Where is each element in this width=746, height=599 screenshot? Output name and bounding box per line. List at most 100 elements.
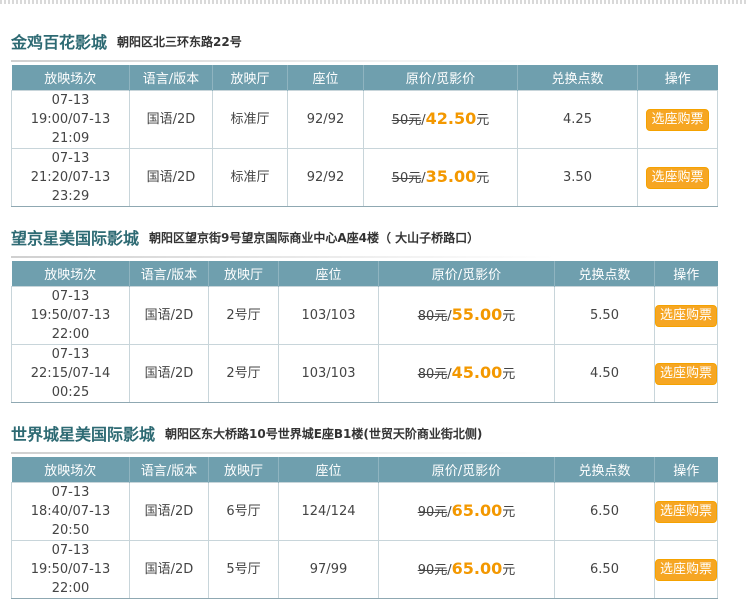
showtime-line: 20:50 [51, 523, 90, 538]
original-price: 80元 [417, 309, 448, 324]
points-cell: 3.50 [517, 148, 638, 207]
column-header: 放映厅 [208, 457, 279, 483]
price-cell: 80元/45.00元 [378, 344, 555, 403]
select-seat-button[interactable]: 选座购票 [655, 500, 717, 523]
price-unit: 元 [476, 113, 490, 128]
cinema-name[interactable]: 世界城星美国际影城 [11, 421, 155, 445]
hall-cell: 2号厅 [208, 344, 279, 403]
showtime-cell: 07-13 21:20/07-13 23:29 [11, 148, 130, 207]
language-cell: 国语/2D [129, 344, 209, 403]
column-header: 放映厅 [208, 261, 279, 287]
price-cell: 80元/55.00元 [378, 286, 555, 345]
cinema-address: 朝阳区北三环东路22号 [117, 34, 242, 49]
seats-cell: 97/99 [278, 540, 379, 599]
header-underline [11, 256, 554, 258]
discount-price: 65.00 [451, 559, 503, 578]
table-row: 07-13 19:50/07-13 22:00 国语/2D 5号厅 97/99 90元/65… [11, 540, 718, 599]
price-cell: 50元/35.00元 [363, 148, 518, 207]
table-row: 07-13 22:15/07-14 00:25 国语/2D 2号厅 103/103 80元/… [11, 344, 718, 403]
showtimes-table: 放映场次 语言/版本 放映厅 座位 原价/觅影价 兑换点数 操作 07-13 18:40/07-… [11, 457, 718, 599]
price-unit: 元 [502, 309, 516, 324]
hall-cell: 5号厅 [208, 540, 279, 599]
select-seat-button[interactable]: 选座购票 [646, 108, 709, 131]
language-cell: 国语/2D [129, 148, 213, 207]
showtime-line: 21:20/07-13 [30, 170, 111, 185]
price-cell: 90元/65.00元 [378, 482, 555, 541]
language-cell: 国语/2D [129, 482, 209, 541]
showtime-cell: 07-13 19:50/07-13 22:00 [11, 540, 130, 599]
column-header: 放映场次 [11, 261, 130, 287]
showtime-line: 23:29 [51, 189, 90, 204]
showtime-line: 07-13 [51, 347, 90, 362]
column-header: 放映厅 [212, 65, 288, 91]
showtime-line: 19:50/07-13 [30, 562, 111, 577]
original-price: 50元 [391, 113, 422, 128]
discount-price: 42.50 [425, 109, 477, 128]
select-seat-button[interactable]: 选座购票 [646, 166, 709, 189]
top-divider [0, 0, 746, 4]
language-cell: 国语/2D [129, 286, 209, 345]
column-header: 操作 [637, 65, 718, 91]
points-cell: 6.50 [554, 540, 655, 599]
table-header-row: 放映场次 语言/版本 放映厅 座位 原价/觅影价 兑换点数 操作 [11, 261, 718, 287]
seats-cell: 103/103 [278, 344, 379, 403]
showtime-line: 22:00 [51, 327, 90, 342]
column-header: 座位 [278, 261, 379, 287]
cinema-name[interactable]: 金鸡百花影城 [11, 29, 107, 53]
header-underline [11, 60, 554, 62]
price-cell: 90元/65.00元 [378, 540, 555, 599]
action-cell: 选座购票 [654, 286, 718, 345]
cinema-block: 世界城星美国际影城 朝阳区东大桥路10号世界城E座B1楼(世贸天阶商业街北侧) 放映… [11, 422, 718, 599]
showtime-line: 18:40/07-13 [30, 504, 111, 519]
seats-cell: 124/124 [278, 482, 379, 541]
showtime-line: 22:00 [51, 581, 90, 596]
select-seat-button[interactable]: 选座购票 [655, 362, 717, 385]
points-cell: 4.25 [517, 90, 638, 149]
original-price: 90元 [417, 563, 448, 578]
showtime-line: 07-13 [51, 543, 90, 558]
price-unit: 元 [502, 563, 516, 578]
showtime-line: 07-13 [51, 93, 90, 108]
showtime-cell: 07-13 22:15/07-14 00:25 [11, 344, 130, 403]
cinema-address: 朝阳区东大桥路10号世界城E座B1楼(世贸天阶商业街北侧) [165, 426, 483, 441]
discount-price: 55.00 [451, 305, 503, 324]
table-row: 07-13 21:20/07-13 23:29 国语/2D 标准厅 92/92 50元/35… [11, 148, 718, 207]
select-seat-button[interactable]: 选座购票 [655, 304, 717, 327]
price-cell: 50元/42.50元 [363, 90, 518, 149]
points-cell: 4.50 [554, 344, 655, 403]
showtime-cell: 07-13 19:00/07-13 21:09 [11, 90, 130, 149]
column-header: 兑换点数 [517, 65, 638, 91]
price-unit: 元 [502, 505, 516, 520]
hall-cell: 2号厅 [208, 286, 279, 345]
table-row: 07-13 19:00/07-13 21:09 国语/2D 标准厅 92/92 50元/42… [11, 90, 718, 149]
original-price: 90元 [417, 505, 448, 520]
action-cell: 选座购票 [637, 148, 718, 207]
column-header: 原价/觅影价 [363, 65, 518, 91]
seats-cell: 92/92 [287, 148, 364, 207]
showtimes-table: 放映场次 语言/版本 放映厅 座位 原价/觅影价 兑换点数 操作 07-13 19:00/07-… [11, 65, 718, 207]
cinema-header: 世界城星美国际影城 朝阳区东大桥路10号世界城E座B1楼(世贸天阶商业街北侧) [11, 422, 717, 444]
hall-cell: 标准厅 [212, 90, 288, 149]
table-header-row: 放映场次 语言/版本 放映厅 座位 原价/觅影价 兑换点数 操作 [11, 457, 718, 483]
table-header-row: 放映场次 语言/版本 放映厅 座位 原价/觅影价 兑换点数 操作 [11, 65, 718, 91]
action-cell: 选座购票 [654, 540, 718, 599]
cinema-block: 金鸡百花影城 朝阳区北三环东路22号放映场次 语言/版本 放映厅 座位 原价/觅影价 兑换点… [11, 30, 718, 207]
cinema-header: 金鸡百花影城 朝阳区北三环东路22号 [11, 30, 717, 52]
points-cell: 6.50 [554, 482, 655, 541]
select-seat-button[interactable]: 选座购票 [655, 558, 717, 581]
seats-cell: 103/103 [278, 286, 379, 345]
discount-price: 65.00 [451, 501, 503, 520]
discount-price: 35.00 [425, 167, 477, 186]
cinema-address: 朝阳区望京街9号望京国际商业中心A座4楼（ 大山子桥路口） [149, 230, 480, 245]
showtime-line: 07-13 [51, 485, 90, 500]
column-header: 操作 [654, 261, 718, 287]
original-price: 50元 [391, 171, 422, 186]
showtimes-table: 放映场次 语言/版本 放映厅 座位 原价/觅影价 兑换点数 操作 07-13 19:50/07-… [11, 261, 718, 403]
column-header: 兑换点数 [554, 457, 655, 483]
original-price: 80元 [417, 367, 448, 382]
column-header: 放映场次 [11, 65, 130, 91]
column-header: 语言/版本 [129, 65, 213, 91]
cinema-name[interactable]: 望京星美国际影城 [11, 225, 139, 249]
hall-cell: 6号厅 [208, 482, 279, 541]
showtime-line: 21:09 [51, 131, 90, 146]
